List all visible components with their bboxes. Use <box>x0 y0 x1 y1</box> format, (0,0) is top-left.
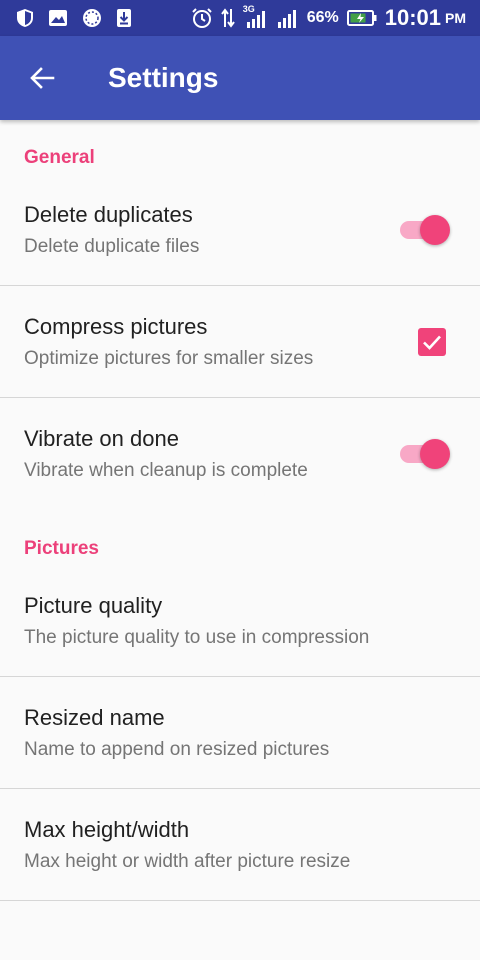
pref-title: Max height/width <box>24 817 190 842</box>
pref-summary: Max height or width after picture resize <box>24 851 351 872</box>
switch-thumb <box>420 439 450 469</box>
pref-vibrate-on-done[interactable]: Vibrate on done Vibrate when cleanup is … <box>0 398 480 510</box>
check-icon <box>423 335 441 350</box>
section-header-pictures: Pictures <box>24 538 99 559</box>
clock-ampm: PM <box>445 10 466 26</box>
app-bar: Settings <box>0 36 480 120</box>
pref-title: Vibrate on done <box>24 426 179 451</box>
pref-max-height-width[interactable]: Max height/width Max height or width aft… <box>0 789 480 901</box>
data-transfer-icon <box>220 8 235 28</box>
alarm-icon <box>191 8 212 28</box>
pref-compress-pictures[interactable]: Compress pictures Optimize pictures for … <box>0 286 480 398</box>
signal-icon-2 <box>277 10 296 28</box>
system-icons: 3G 66% 10:01 PM <box>191 4 466 32</box>
delete-duplicates-switch[interactable] <box>396 211 452 247</box>
clock-time: 10:01 <box>384 5 441 30</box>
arrow-back-icon <box>30 67 55 89</box>
pref-summary: Name to append on resized pictures <box>24 739 330 760</box>
pref-title: Delete duplicates <box>24 202 193 227</box>
notification-icons <box>16 7 132 29</box>
shield-icon <box>17 9 33 27</box>
pref-summary: The picture quality to use in compressio… <box>24 627 370 648</box>
pref-summary: Optimize pictures for smaller sizes <box>24 348 314 369</box>
section-header-general: General <box>24 147 95 168</box>
divider <box>0 900 480 901</box>
signal-3g-indicator: 3G <box>243 4 269 30</box>
battery-percent: 66% <box>306 9 339 26</box>
pref-resized-name[interactable]: Resized name Name to append on resized p… <box>0 677 480 789</box>
back-button[interactable] <box>18 54 66 102</box>
sync-icon <box>83 9 101 27</box>
compress-pictures-checkbox[interactable] <box>418 328 446 356</box>
pref-title: Compress pictures <box>24 314 208 339</box>
battery-charging-icon <box>346 10 377 26</box>
pref-picture-quality[interactable]: Picture quality The picture quality to u… <box>0 565 480 677</box>
pref-delete-duplicates[interactable]: Delete duplicates Delete duplicate files <box>0 174 480 286</box>
switch-thumb <box>420 215 450 245</box>
pref-title: Picture quality <box>24 593 163 618</box>
download-icon <box>117 9 131 27</box>
pref-summary: Delete duplicate files <box>24 236 200 257</box>
pref-summary: Vibrate when cleanup is complete <box>24 460 308 481</box>
gallery-icon <box>49 10 67 26</box>
pref-title: Resized name <box>24 705 165 730</box>
page-title: Settings <box>108 62 219 93</box>
signal-icon <box>246 11 265 28</box>
status-bar: 3G 66% 10:01 PM <box>0 0 480 36</box>
vibrate-on-done-switch[interactable] <box>396 435 452 471</box>
